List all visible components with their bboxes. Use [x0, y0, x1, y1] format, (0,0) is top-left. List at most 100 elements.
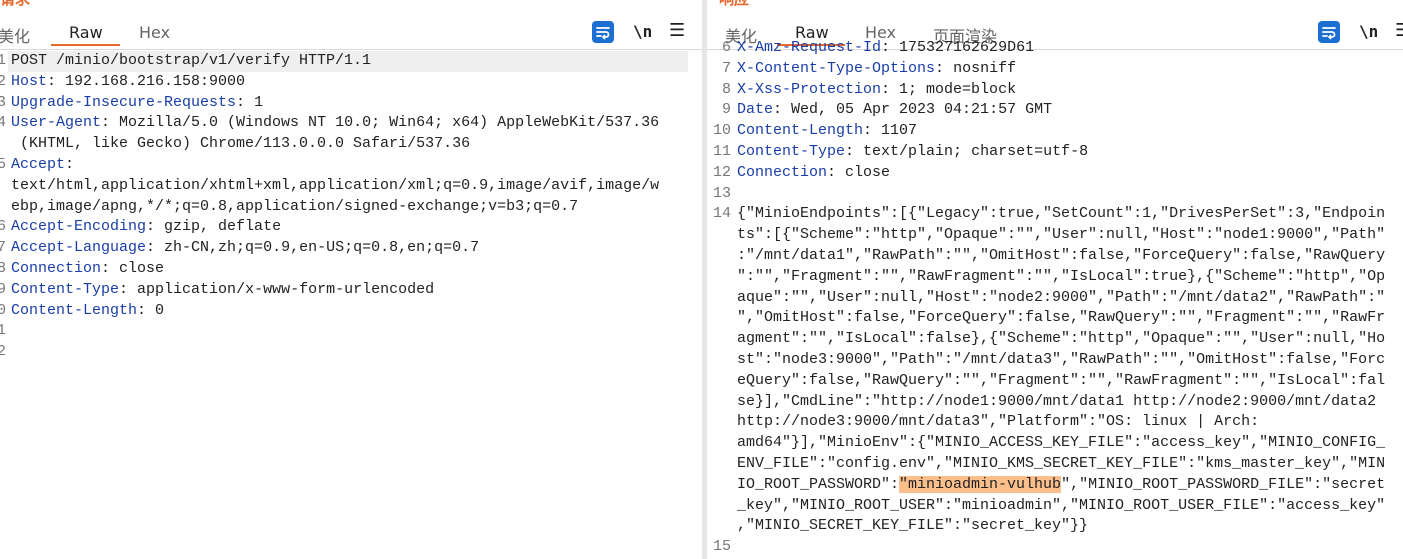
line-content: aque":"","User":null,"Host":"node2:9000"…: [737, 288, 1403, 309]
code-line: se}],"CmdLine":"http://node1:9000/mnt/da…: [707, 392, 1403, 413]
line-content: _key","MINIO_ROOT_USER":"minioadmin","MI…: [737, 496, 1403, 517]
wrap-lines-icon[interactable]: [592, 21, 614, 43]
line-value: amd64"}],"MinioEnv":{"MINIO_ACCESS_KEY_F…: [737, 434, 1386, 452]
line-number: 9: [0, 280, 6, 298]
request-pane: 请求 美化 Raw Hex \n ☰ 1 POST /minio/bootstra…: [0, 0, 702, 559]
code-line: ,"MINIO_SECRET_KEY_FILE":"secret_key"}}: [707, 516, 1403, 537]
line-number: 11: [0, 322, 6, 340]
line-content: st":"node3:9000","Path":"/mnt/data3","Ra…: [737, 350, 1403, 371]
header-separator: :: [827, 163, 846, 181]
code-line: 2 Host: 192.168.216.158:9000: [0, 72, 702, 93]
header-name: X-Content-Type-Options: [737, 59, 936, 77]
line-content: Connection: close: [737, 163, 1403, 184]
code-line: 9 Content-Type: application/x-www-form-ur…: [0, 280, 702, 301]
line-content: agment":"","IsLocal":false},{"Scheme":"h…: [737, 329, 1403, 350]
line-content: ebp,image/apng,*/*;q=0.8,application/sig…: [11, 197, 702, 218]
line-content: Accept-Language: zh-CN,zh;q=0.9,en-US;q=…: [11, 238, 702, 259]
line-number: 4: [0, 114, 6, 132]
line-content: X-Amz-Request-Id: 175327162629D61: [737, 38, 1403, 59]
line-number: 9: [721, 101, 731, 119]
header-name: X-Xss-Protection: [737, 80, 882, 98]
tab-hex[interactable]: Hex: [139, 23, 170, 42]
line-value: text/plain; charset=utf-8: [863, 142, 1089, 160]
line-number: 13: [712, 184, 731, 202]
line-value: ebp,image/apng,*/*;q=0.8,application/sig…: [11, 197, 579, 215]
line-content: eQuery":false,"RawQuery":"","Fragment":"…: [737, 371, 1403, 392]
line-number: 10: [712, 122, 731, 140]
line-content: Accept-Encoding: gzip, deflate: [11, 217, 702, 238]
line-number: 12: [712, 163, 731, 181]
line-value: Mozilla/5.0 (Windows NT 10.0; Win64; x64…: [119, 114, 660, 132]
newline-toggle-button[interactable]: \n: [633, 21, 652, 43]
line-value: {"MinioEndpoints":[{"Legacy":true,"SetCo…: [737, 205, 1386, 223]
tab-raw[interactable]: Raw: [69, 23, 103, 42]
line-content: {"MinioEndpoints":[{"Legacy":true,"SetCo…: [737, 204, 1403, 225]
line-value: ","MINIO_ROOT_PASSWORD_FILE":"secret: [1061, 475, 1386, 493]
header-separator: :: [236, 93, 255, 111]
code-line: 5 Accept:: [0, 155, 702, 176]
code-line: 8 Connection: close: [0, 259, 702, 280]
line-number: 12: [0, 343, 6, 361]
code-line: 15: [707, 537, 1403, 558]
code-line: 14 {"MinioEndpoints":[{"Legacy":true,"Set…: [707, 204, 1403, 225]
line-value: close: [845, 163, 891, 181]
header-separator: :: [47, 72, 66, 90]
line-value: text/html,application/xhtml+xml,applicat…: [11, 176, 660, 194]
line-content: Content-Length: 0: [11, 301, 702, 322]
header-separator: :: [773, 101, 792, 119]
line-content: Accept:: [11, 155, 702, 176]
header-name: X-Amz-Request-Id: [737, 39, 882, 56]
header-name: Accept-Language: [11, 239, 147, 257]
response-editor[interactable]: 6 X-Amz-Request-Id: 175327162629D61 7 X-Con…: [707, 38, 1403, 559]
line-number: 8: [721, 80, 731, 98]
line-content: IO_ROOT_PASSWORD":"minioadmin-vulhub","M…: [737, 475, 1403, 496]
code-line: ":"","Fragment":"","RawFragment":"","IsL…: [707, 267, 1403, 288]
code-line: ","OmitHost":false,"ForceQuery":false,"R…: [707, 308, 1403, 329]
line-content: text/html,application/xhtml+xml,applicat…: [11, 176, 702, 197]
code-line: text/html,application/xhtml+xml,applicat…: [0, 176, 702, 197]
code-line: aque":"","User":null,"Host":"node2:9000"…: [707, 288, 1403, 309]
line-content: POST /minio/bootstrap/v1/verify HTTP/1.1: [11, 51, 702, 72]
line-content: X-Content-Type-Options: nosniff: [737, 59, 1403, 80]
header-name: Connection: [737, 163, 828, 181]
active-tab-underline: [51, 44, 120, 46]
line-content: User-Agent: Mozilla/5.0 (Windows NT 10.0…: [11, 113, 702, 134]
line-value: close: [119, 259, 165, 277]
header-separator: :: [146, 239, 165, 257]
line-value: zh-CN,zh;q=0.9,en-US;q=0.8,en;q=0.7: [164, 239, 480, 257]
line-value: se}],"CmdLine":"http://node1:9000/mnt/da…: [737, 392, 1377, 410]
line-number: 14: [712, 205, 731, 223]
header-separator: :: [863, 122, 882, 140]
request-editor[interactable]: 1 POST /minio/bootstrap/v1/verify HTTP/1.…: [0, 51, 702, 559]
line-content: amd64"}],"MinioEnv":{"MINIO_ACCESS_KEY_F…: [737, 433, 1403, 454]
code-line: 8 X-Xss-Protection: 1; mode=block: [707, 80, 1403, 101]
header-name: Host: [11, 72, 48, 90]
line-value: aque":"","User":null,"Host":"node2:9000"…: [737, 288, 1386, 306]
code-line: 7 Accept-Language: zh-CN,zh;q=0.9,en-US;q…: [0, 238, 702, 259]
line-content: Content-Type: text/plain; charset=utf-8: [737, 142, 1403, 163]
header-name: Accept-Encoding: [11, 218, 147, 236]
header-separator: :: [137, 301, 156, 319]
code-line: ebp,image/apng,*/*;q=0.8,application/sig…: [0, 197, 702, 218]
line-number: 10: [0, 301, 6, 319]
line-number: 7: [0, 239, 6, 257]
response-title: 响应: [719, 0, 749, 8]
header-separator: :: [101, 114, 120, 132]
code-line: 11: [0, 321, 702, 342]
line-value: POST /minio/bootstrap/v1/verify HTTP/1.1: [11, 52, 372, 69]
line-content: X-Xss-Protection: 1; mode=block: [737, 80, 1403, 101]
code-line: 7 X-Content-Type-Options: nosniff: [707, 59, 1403, 80]
line-number: 11: [712, 142, 731, 160]
line-value: 192.168.216.158:9000: [65, 72, 246, 90]
line-content: http://node3:9000/mnt/data3","Platform":…: [737, 412, 1403, 433]
line-value: agment":"","IsLocal":false},{"Scheme":"h…: [737, 330, 1386, 348]
line-number: 7: [721, 59, 731, 77]
tab-pretty[interactable]: 美化: [0, 23, 30, 47]
header-separator: :: [119, 280, 138, 298]
menu-icon[interactable]: ☰: [669, 21, 685, 43]
header-name: Upgrade-Insecure-Requests: [11, 93, 237, 111]
line-value: _key","MINIO_ROOT_USER":"minioadmin","MI…: [737, 496, 1386, 514]
code-line: ENV_FILE":"config.env","MINIO_KMS_SECRET…: [707, 454, 1403, 475]
line-number: 15: [712, 538, 731, 556]
line-value: st":"node3:9000","Path":"/mnt/data3","Ra…: [737, 350, 1386, 368]
